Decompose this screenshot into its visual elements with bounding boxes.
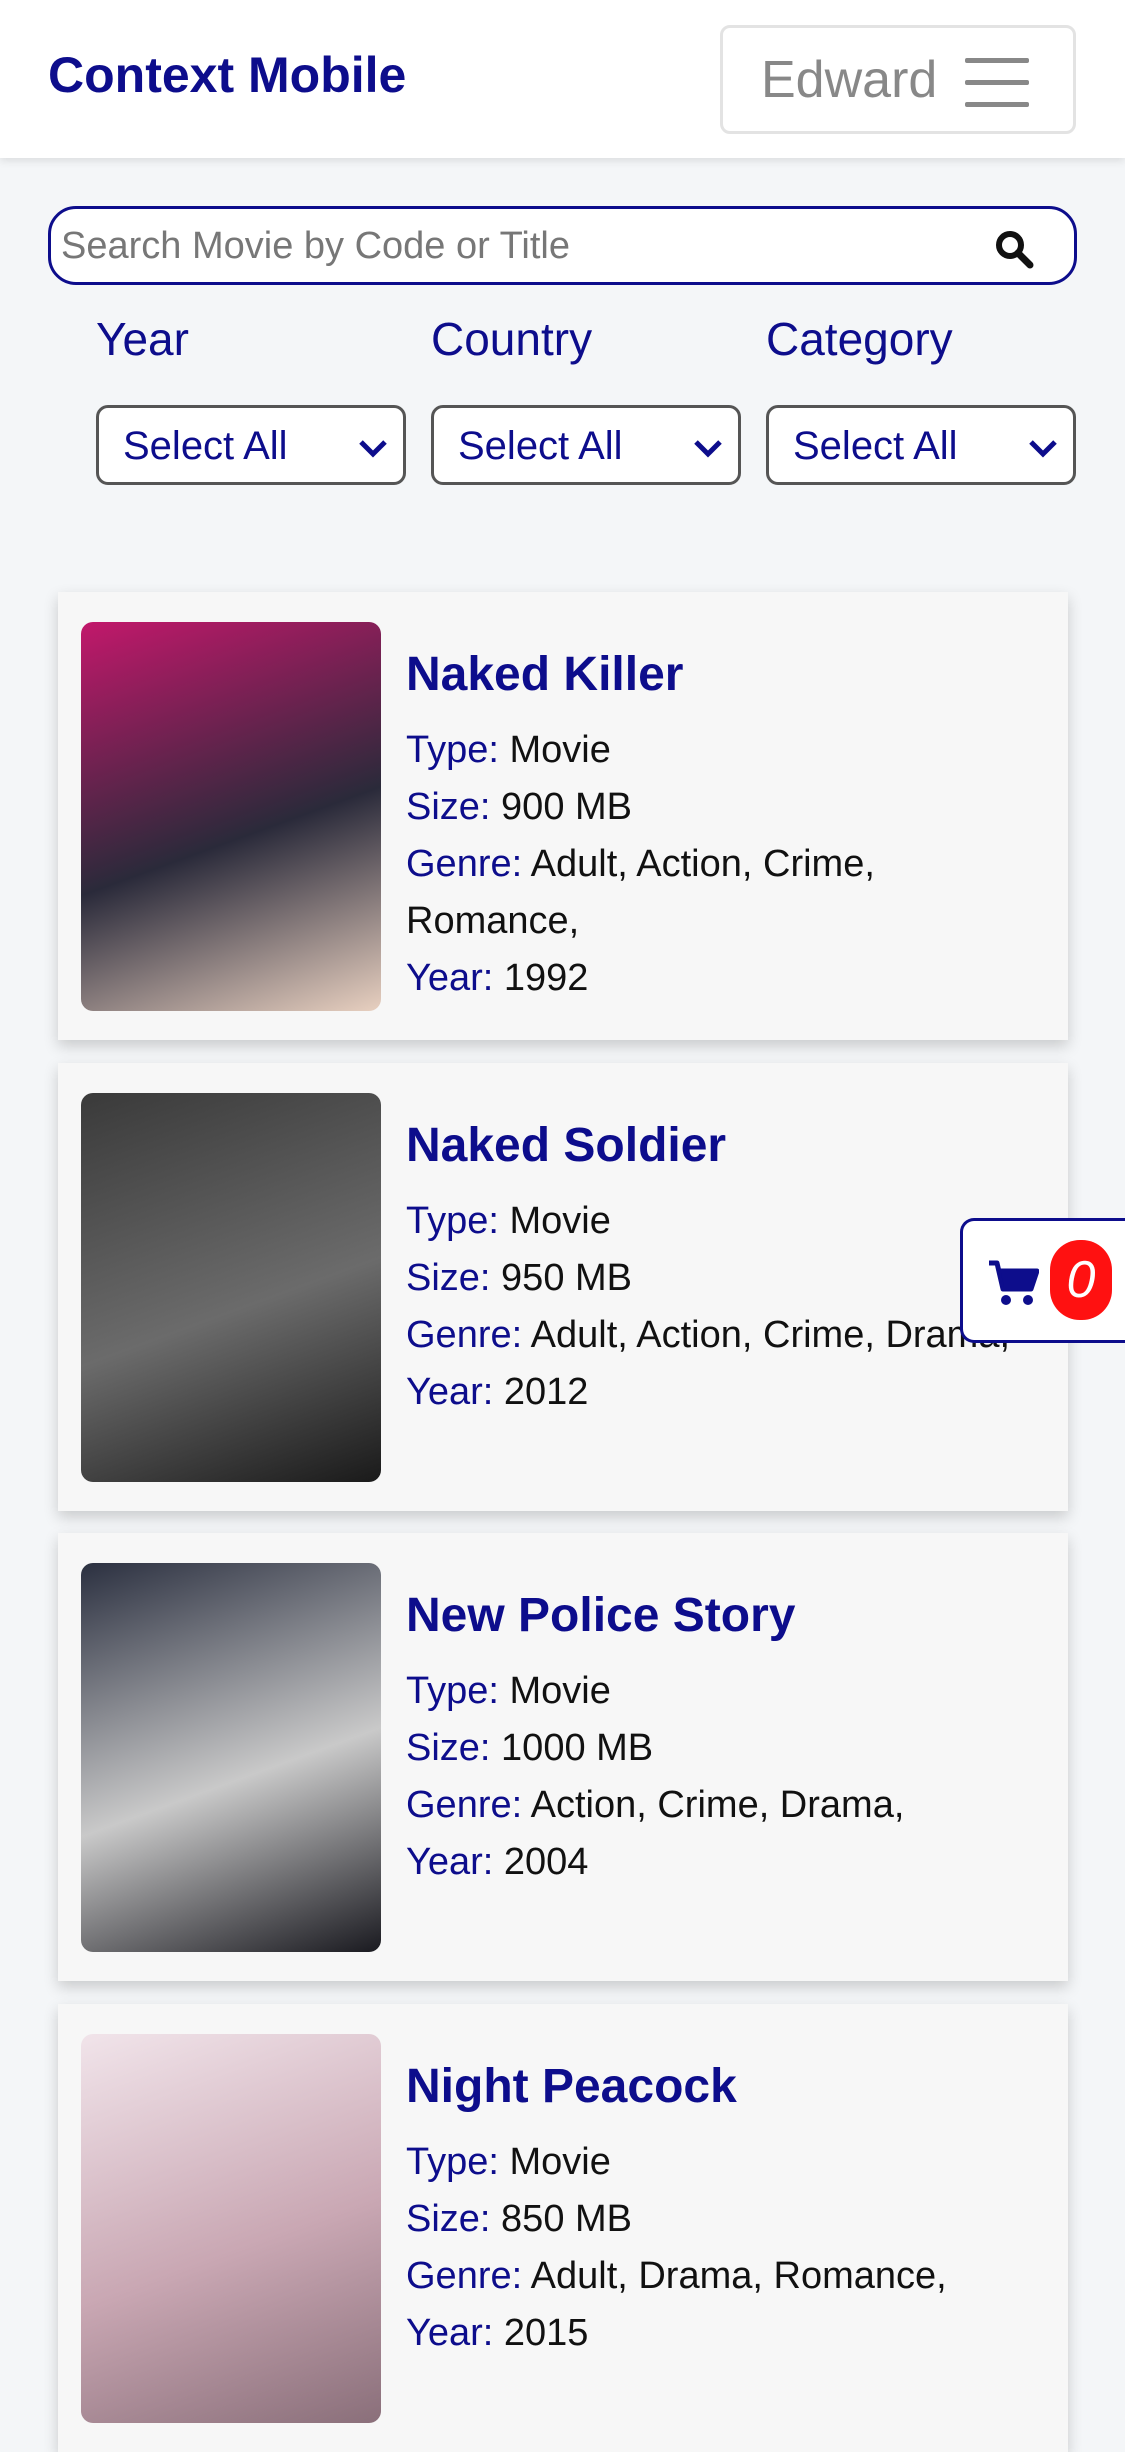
- movie-title[interactable]: Naked Soldier: [406, 1118, 1046, 1173]
- movie-year: Year: 1992: [406, 957, 589, 999]
- filter-label-category: Category: [766, 313, 953, 365]
- movie-type: Type: Movie: [406, 1200, 611, 1242]
- movie-title[interactable]: Naked Killer: [406, 647, 1046, 702]
- movie-year: Year: 2004: [406, 1841, 589, 1883]
- top-navbar: Context Mobile Edward: [0, 0, 1125, 158]
- filter-label-country: Country: [431, 313, 593, 365]
- movie-poster[interactable]: [81, 622, 381, 1011]
- shopping-cart-icon: [989, 1260, 1039, 1305]
- movie-title[interactable]: Night Peacock: [406, 2059, 1046, 2114]
- chevron-down-icon: [359, 440, 387, 458]
- chevron-down-icon: [1029, 440, 1057, 458]
- user-name: Edward: [761, 50, 938, 109]
- movie-title[interactable]: New Police Story: [406, 1588, 1046, 1643]
- brand-title[interactable]: Context Mobile: [48, 46, 406, 104]
- movie-poster[interactable]: [81, 1563, 381, 1952]
- movie-type: Type: Movie: [406, 729, 611, 771]
- movie-size: Size: 950 MB: [406, 1257, 633, 1299]
- country-select[interactable]: Select All: [431, 405, 741, 485]
- movie-genre: Genre: Adult, Drama, Romance,: [406, 2255, 947, 2297]
- year-select[interactable]: Select All: [96, 405, 406, 485]
- movie-size: Size: 900 MB: [406, 786, 633, 828]
- movie-genre: Genre: Adult, Action, Crime, Drama,: [406, 1314, 1011, 1356]
- filter-label-year: Year: [96, 313, 189, 365]
- search-input[interactable]: [61, 217, 981, 275]
- category-select-value: Select All: [793, 424, 958, 468]
- cart-count-badge: 0: [1050, 1240, 1112, 1320]
- movie-card[interactable]: Naked Killer Type: Movie Size: 900 MB Ge…: [58, 592, 1068, 1040]
- movie-type: Type: Movie: [406, 2141, 611, 2183]
- movie-size: Size: 1000 MB: [406, 1727, 654, 1769]
- search-icon[interactable]: [994, 229, 1034, 269]
- user-menu-toggle[interactable]: Edward: [720, 25, 1076, 134]
- movie-genre: Genre: Adult, Action, Crime, Romance,: [406, 843, 875, 942]
- cart-button[interactable]: 0: [960, 1218, 1125, 1343]
- movie-poster[interactable]: [81, 1093, 381, 1482]
- search-bar: [48, 206, 1077, 285]
- movie-poster[interactable]: [81, 2034, 381, 2423]
- movie-card[interactable]: Night Peacock Type: Movie Size: 850 MB G…: [58, 2004, 1068, 2452]
- chevron-down-icon: [694, 440, 722, 458]
- year-select-value: Select All: [123, 424, 288, 468]
- movie-size: Size: 850 MB: [406, 2198, 633, 2240]
- movie-year: Year: 2015: [406, 2312, 589, 2354]
- movie-type: Type: Movie: [406, 1670, 611, 1712]
- movie-year: Year: 2012: [406, 1371, 589, 1413]
- movie-card[interactable]: Naked Soldier Type: Movie Size: 950 MB G…: [58, 1063, 1068, 1511]
- movie-genre: Genre: Action, Crime, Drama,: [406, 1784, 905, 1826]
- hamburger-icon: [965, 58, 1029, 108]
- category-select[interactable]: Select All: [766, 405, 1076, 485]
- country-select-value: Select All: [458, 424, 623, 468]
- movie-card[interactable]: New Police Story Type: Movie Size: 1000 …: [58, 1533, 1068, 1981]
